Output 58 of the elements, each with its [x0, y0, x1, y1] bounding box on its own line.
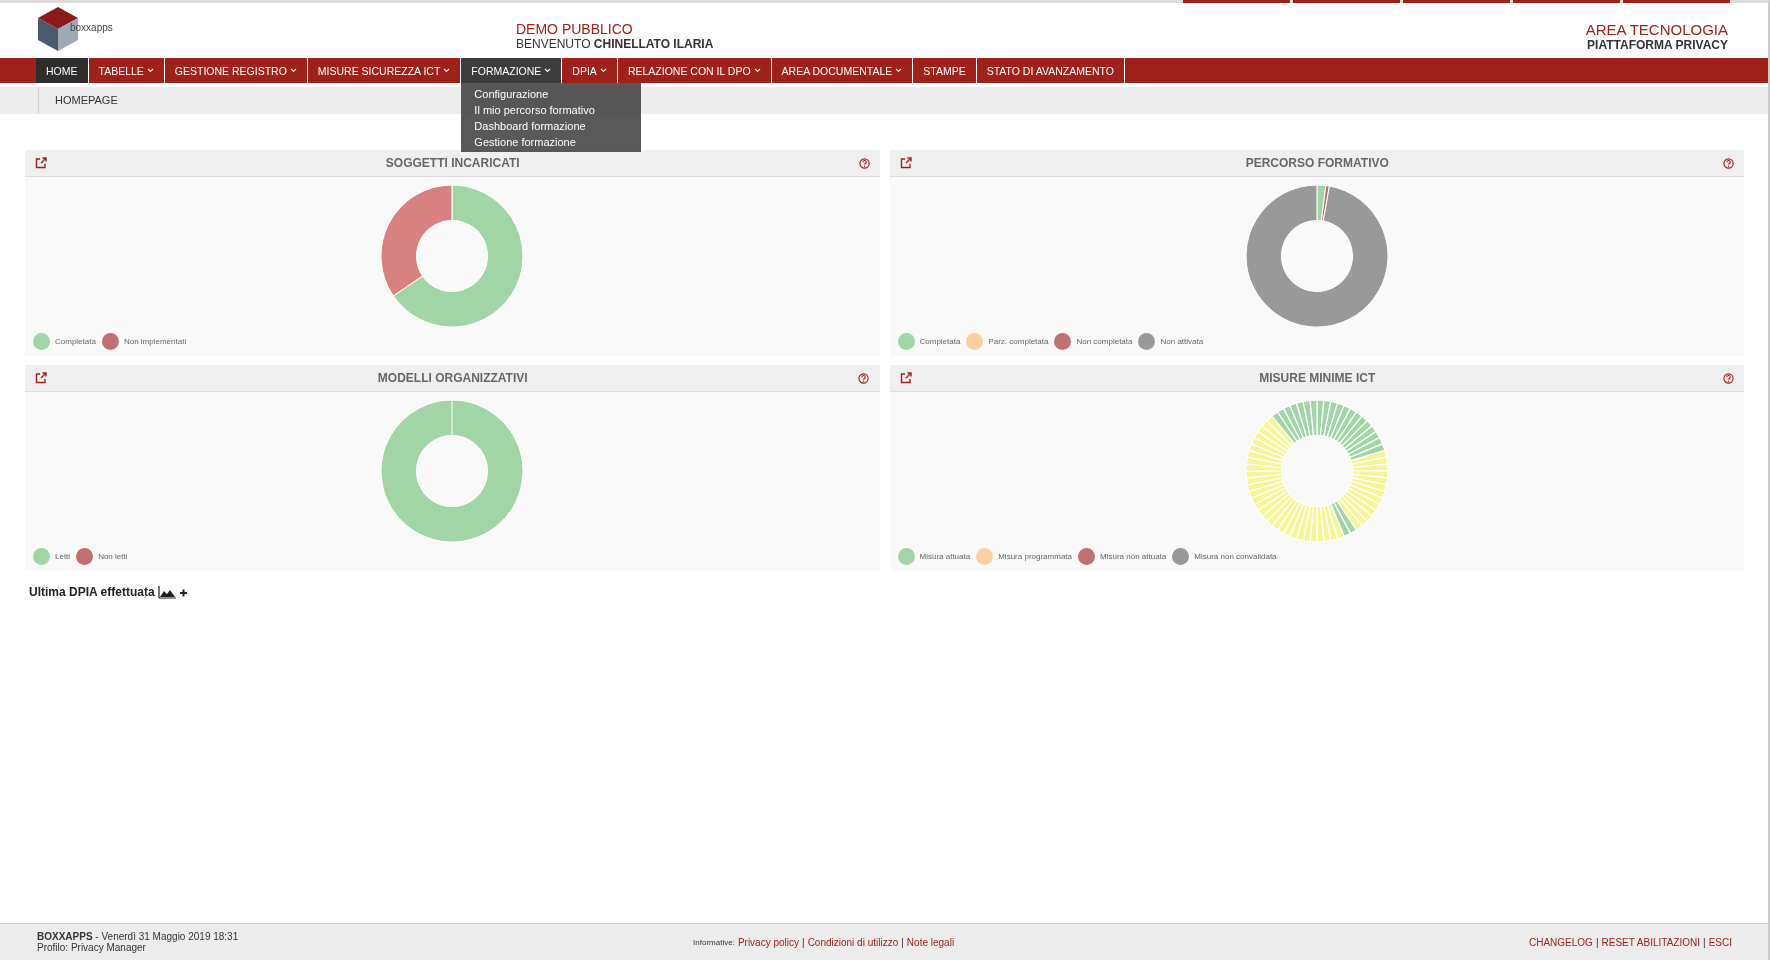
- separator: |: [901, 936, 904, 948]
- legend-label: Non implementati: [123, 337, 187, 346]
- footer-link[interactable]: Note legali: [906, 936, 955, 948]
- help-icon[interactable]: [858, 372, 870, 384]
- separator: |: [802, 936, 805, 948]
- footer-link[interactable]: CHANGELOG: [1528, 936, 1593, 948]
- menu-item[interactable]: Configurazione: [461, 86, 642, 102]
- external-link-icon[interactable]: [899, 157, 912, 169]
- help-icon[interactable]: [1723, 157, 1734, 169]
- footer-link[interactable]: Privacy policy: [737, 936, 800, 948]
- nav-item[interactable]: STATO DI AVANZAMENTO: [976, 58, 1125, 83]
- logo-text: boxxapps: [70, 22, 113, 33]
- nav-item[interactable]: FORMAZIONE: [461, 58, 563, 83]
- legend-label: Non letti: [98, 552, 128, 561]
- demo-title: DEMO PUBBLICO: [516, 21, 634, 37]
- legend-label: Parz. completata: [988, 337, 1049, 346]
- external-link-icon[interactable]: [899, 372, 912, 384]
- nav-item[interactable]: DPIA: [562, 58, 618, 83]
- legend-label: Letti: [55, 552, 71, 561]
- legend-label: Misura non attuata: [1100, 552, 1167, 561]
- add-chart-icon[interactable]: [157, 585, 188, 599]
- card-title: MISURE MINIME ICT: [1259, 371, 1376, 385]
- footer-link[interactable]: ESCI: [1708, 936, 1732, 948]
- footer-profile: Profilo: Privacy Manager: [37, 942, 147, 953]
- info-label: Informative:: [693, 937, 735, 947]
- help-icon[interactable]: [858, 157, 870, 169]
- legend-label: Non attivata: [1160, 337, 1204, 346]
- legend-label: Non completata: [1076, 337, 1133, 346]
- external-link-icon[interactable]: [35, 372, 47, 384]
- footer-link[interactable]: Condizioni di utilizzo: [807, 936, 899, 948]
- menu-item[interactable]: Gestione formazione: [461, 134, 642, 150]
- legend-label: Misura attuata: [919, 552, 971, 561]
- nav-item[interactable]: TABELLE: [88, 58, 165, 83]
- footer-brand: BOXXAPPS - Venerdì 31 Maggio 2019 18:31: [37, 931, 239, 942]
- footer-link[interactable]: RESET ABILITAZIONI: [1601, 936, 1701, 948]
- menu-item[interactable]: Il mio percorso formativo: [461, 102, 642, 118]
- nav-item[interactable]: RELAZIONE CON IL DPO: [617, 58, 772, 83]
- card-title: PERCORSO FORMATIVO: [1245, 156, 1389, 170]
- area-title: AREA TECNOLOGIA: [1585, 20, 1728, 38]
- separator: |: [1595, 936, 1599, 948]
- nav-item[interactable]: HOME: [36, 58, 89, 83]
- help-icon[interactable]: [1723, 372, 1734, 384]
- legend-label: Misura programmata: [998, 552, 1072, 561]
- menu-item[interactable]: Dashboard formazione: [461, 118, 642, 134]
- nav-item[interactable]: AREA DOCUMENTALE: [771, 58, 914, 83]
- card-title: MODELLI ORGANIZZATIVI: [377, 371, 528, 385]
- external-link-icon[interactable]: [35, 157, 47, 169]
- welcome-text: BENVENUTO CHINELLATO ILARIA: [516, 37, 715, 51]
- legend-label: Misura non convalidata: [1194, 552, 1277, 561]
- dpia-label: Ultima DPIA effettuata: [29, 585, 155, 599]
- nav-item[interactable]: GESTIONE REGISTRO: [164, 58, 308, 83]
- separator: |: [1703, 936, 1706, 948]
- nav-item[interactable]: STAMPE: [913, 58, 977, 83]
- platform-subtitle: PIATTAFORMA PRIVACY: [1587, 37, 1728, 52]
- legend-label: Completata: [55, 337, 96, 346]
- legend-label: Completata: [919, 337, 961, 346]
- card-title: SOGGETTI INCARICATI: [385, 156, 520, 170]
- breadcrumb[interactable]: HOMEPAGE: [38, 87, 118, 114]
